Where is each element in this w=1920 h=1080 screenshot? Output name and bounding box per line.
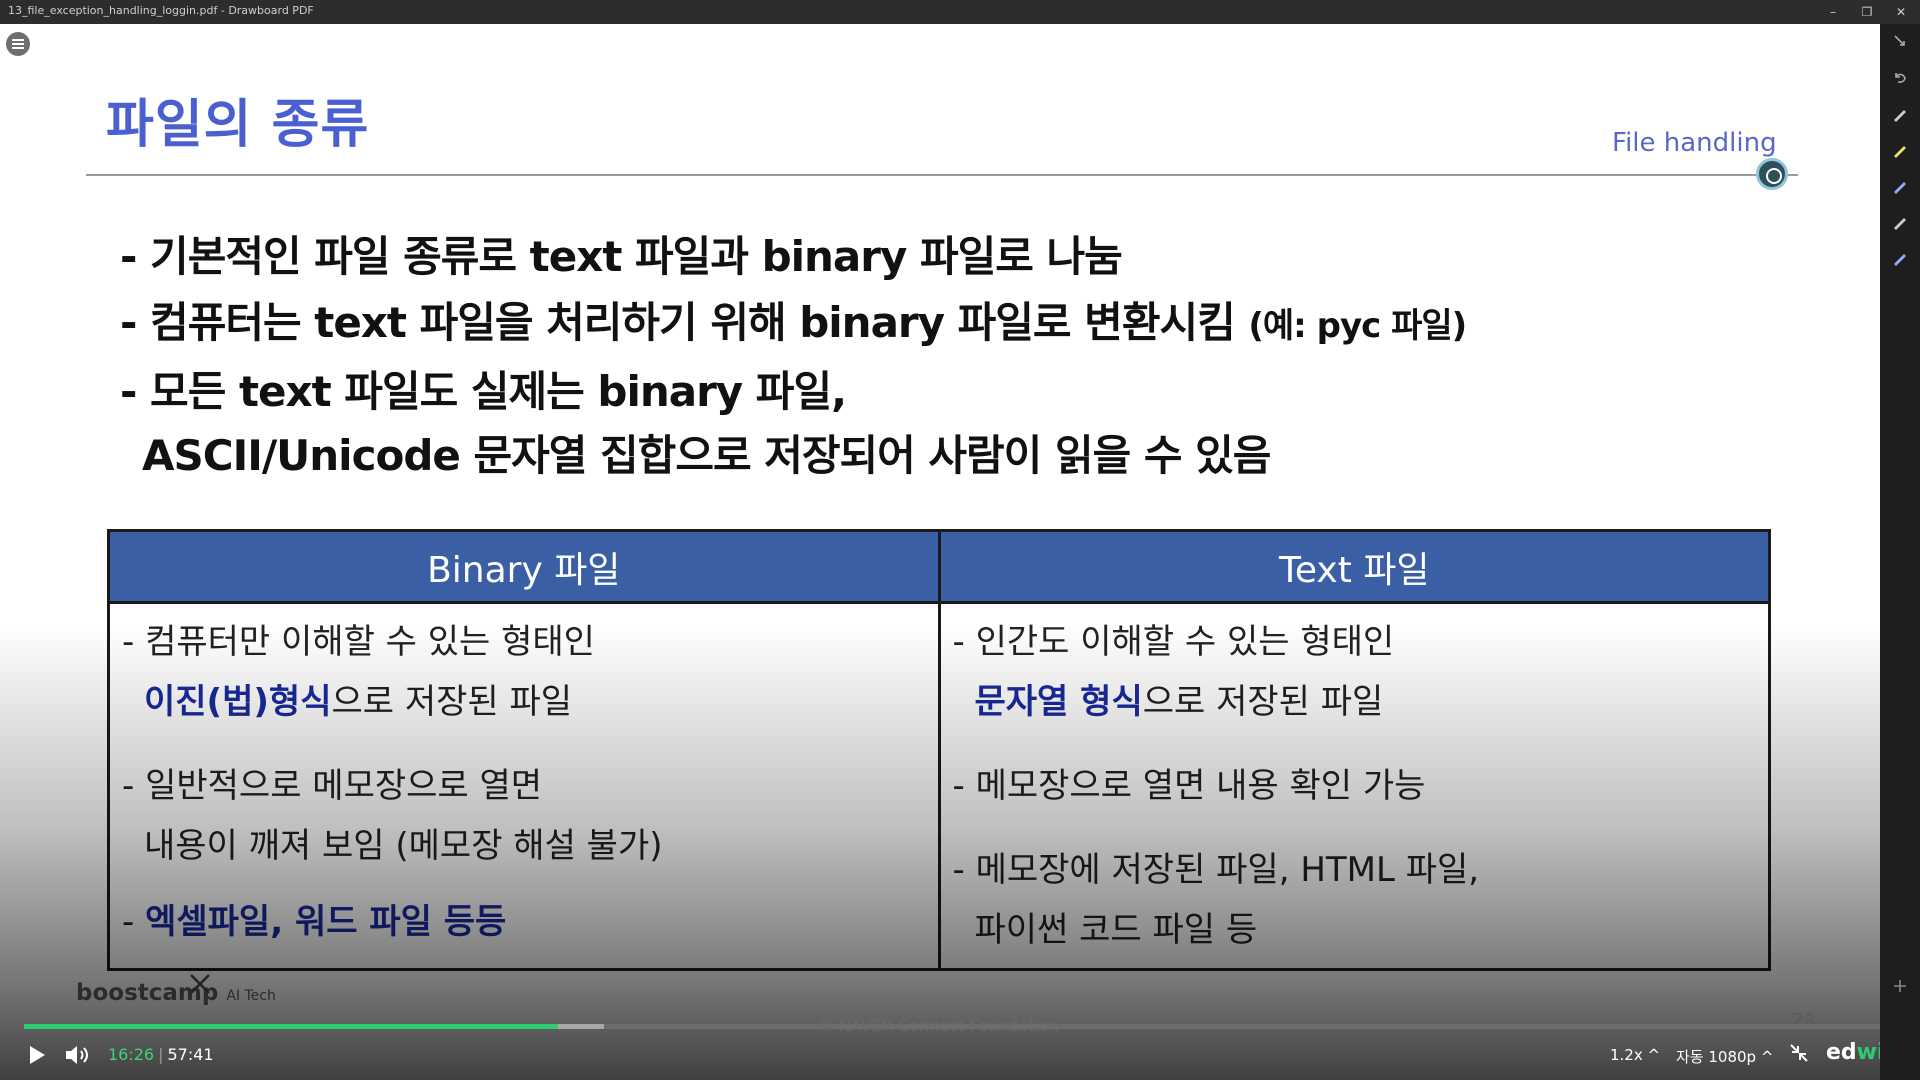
title-divider [86, 174, 1798, 176]
text-line-2-rest: 으로 저장된 파일 [1142, 682, 1384, 722]
close-icon[interactable] [186, 970, 214, 998]
comparison-table: Binary 파일 Text 파일 - 컴퓨터만 이해할 수 있는 형태인 이진… [107, 529, 1771, 971]
bullet-2-note: (예: pyc 파일) [1248, 306, 1467, 346]
current-time: 16:26 [108, 1045, 155, 1064]
progress-bar[interactable] [24, 1024, 1896, 1029]
annotation-toolbar [1880, 24, 1920, 1080]
minimize-button[interactable]: – [1822, 2, 1844, 22]
logo-ed: ed [1826, 1040, 1857, 1065]
text-line-3: - 메모장으로 열면 내용 확인 가능 [952, 766, 1426, 806]
highlighter-icon[interactable] [1890, 140, 1910, 160]
time-separator: | [158, 1045, 164, 1064]
pointer-icon[interactable] [1890, 32, 1910, 52]
pen-icon[interactable] [1890, 248, 1910, 268]
binary-line-4: 내용이 깨져 보임 (메모장 해설 불가) [144, 826, 663, 866]
text-line-4: - 메모장에 저장된 파일, HTML 파일, [952, 850, 1480, 890]
pen-icon[interactable] [1890, 104, 1910, 124]
restore-button[interactable]: ❐ [1856, 2, 1878, 22]
volume-icon[interactable] [64, 1043, 94, 1067]
menu-icon[interactable] [6, 32, 30, 56]
bullet-3-continued: ASCII/Unicode 문자열 집합으로 저장되어 사람이 읽을 수 있음 [142, 431, 1271, 480]
progress-fill [24, 1024, 558, 1029]
binary-highlight: 이진(법)형식 [144, 682, 332, 722]
binary-line-5-prefix: - [122, 902, 146, 942]
text-line-1: - 인간도 이해할 수 있는 형태인 [952, 622, 1395, 662]
bullet-1: - 기본적인 파일 종류로 text 파일과 binary 파일로 나눔 [120, 232, 1123, 281]
pen-icon[interactable] [1890, 212, 1910, 232]
binary-line-2-rest: 으로 저장된 파일 [331, 682, 573, 722]
bullet-2-text: - 컴퓨터는 text 파일을 처리하기 위해 binary 파일로 변환시킴 [120, 298, 1249, 347]
target-icon [1756, 158, 1788, 190]
text-highlight: 문자열 형식 [974, 682, 1143, 722]
bullet-2: - 컴퓨터는 text 파일을 처리하기 위해 binary 파일로 변환시킴 … [120, 290, 1720, 359]
add-icon[interactable] [1890, 976, 1910, 996]
boostcamp-logo: boostcamp AI Tech [76, 980, 276, 1006]
bullet-3: - 모든 text 파일도 실제는 binary 파일, [120, 367, 847, 416]
time-display: 16:26 | 57:41 [108, 1045, 214, 1064]
play-icon[interactable] [26, 1044, 48, 1066]
binary-line-5: - 엑셀파일, 워드 파일 등등 [122, 892, 926, 952]
text-line-2: 문자열 형식으로 저장된 파일 [953, 672, 1757, 732]
playback-speed-button[interactable]: 1.2x ^ [1610, 1046, 1660, 1064]
header-text: Text 파일 [937, 529, 1771, 604]
binary-examples: 엑셀파일, 워드 파일 등등 [145, 902, 507, 942]
header-binary: Binary 파일 [107, 529, 941, 604]
bullet-list: - 기본적인 파일 종류로 text 파일과 binary 파일로 나눔 - 컴… [120, 224, 1720, 487]
window-titlebar: 13_file_exception_handling_loggin.pdf - … [0, 0, 1920, 24]
text-line-5: 파이썬 코드 파일 등 [974, 910, 1258, 950]
total-time: 57:41 [167, 1045, 214, 1064]
slide-title: 파일의 종류 [106, 95, 370, 155]
text-cell: - 인간도 이해할 수 있는 형태인 문자열 형식으로 저장된 파일 - 메모장… [937, 601, 1771, 971]
undo-icon[interactable] [1890, 68, 1910, 88]
binary-line-1: - 컴퓨터만 이해할 수 있는 형태인 [122, 622, 595, 662]
close-window-button[interactable]: ✕ [1890, 2, 1912, 22]
pen-icon[interactable] [1890, 176, 1910, 196]
pdf-slide: 파일의 종류 File handling - 기본적인 파일 종류로 text … [0, 24, 1880, 1080]
brand-sub: AI Tech [226, 988, 276, 1004]
binary-line-2: 이진(법)형식으로 저장된 파일 [122, 672, 926, 732]
binary-cell: - 컴퓨터만 이해할 수 있는 형태인 이진(법)형식으로 저장된 파일 - 일… [107, 601, 941, 971]
binary-line-3: - 일반적으로 메모장으로 열면 [122, 766, 543, 806]
window-title: 13_file_exception_handling_loggin.pdf - … [8, 4, 314, 17]
quality-button[interactable]: 자동 1080p ^ [1676, 1046, 1773, 1067]
exit-fullscreen-icon[interactable] [1788, 1042, 1810, 1064]
slide-subtitle: File handling [1612, 128, 1777, 158]
